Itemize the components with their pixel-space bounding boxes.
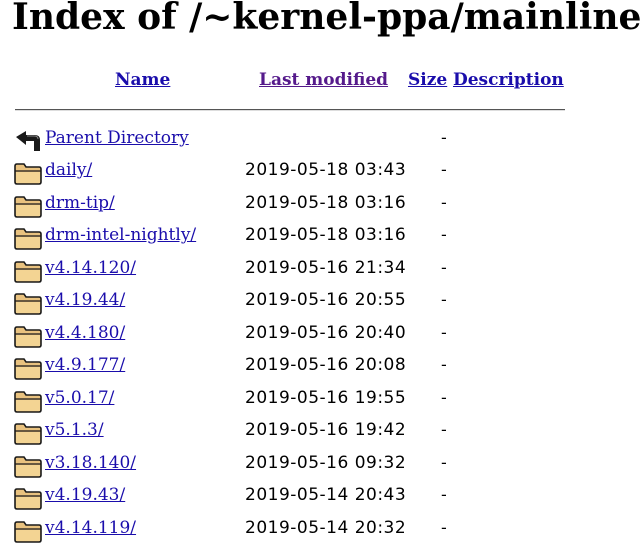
file-row: v3.18.140/ 2019-05-16 09:32 -: [0, 447, 640, 479]
header-divider: [15, 109, 565, 111]
size-cell: -: [441, 387, 447, 407]
parent-directory-row: Parent Directory -: [0, 122, 640, 154]
size-cell: -: [441, 257, 447, 277]
parent-directory-size: -: [441, 128, 447, 147]
last-modified-cell: 2019-05-16 19:42: [245, 420, 407, 440]
size-cell: -: [441, 517, 447, 537]
file-row: drm-intel-nightly/ 2019-05-18 03:16 -: [0, 219, 640, 251]
parent-directory-link[interactable]: Parent Directory: [45, 128, 189, 148]
directory-link[interactable]: daily/: [45, 160, 92, 180]
size-cell: -: [441, 225, 447, 244]
directory-link[interactable]: v4.14.119/: [45, 518, 136, 538]
page-title: Index of /~kernel-ppa/mainline: [12, 0, 640, 38]
directory-link[interactable]: v5.1.3/: [45, 420, 104, 440]
size-cell: -: [441, 452, 447, 472]
folder-icon: [13, 389, 43, 413]
size-cell: -: [441, 355, 447, 374]
file-row: v4.19.43/ 2019-05-14 20:43 -: [0, 479, 640, 511]
file-row: drm-tip/ 2019-05-18 03:16 -: [0, 187, 640, 219]
directory-link[interactable]: v4.4.180/: [45, 323, 125, 343]
folder-icon: [13, 291, 43, 315]
directory-link[interactable]: v4.9.177/: [45, 355, 125, 375]
directory-link[interactable]: drm-intel-nightly/: [45, 225, 196, 245]
file-row: v4.4.180/ 2019-05-16 20:40 -: [0, 317, 640, 349]
directory-link[interactable]: v4.19.44/: [45, 290, 125, 310]
file-row: v4.14.119/ 2019-05-14 20:32 -: [0, 512, 640, 544]
last-modified-cell: 2019-05-16 20:55: [245, 290, 407, 310]
folder-icon: [13, 519, 43, 543]
folder-icon: [13, 324, 43, 348]
folder-icon: [13, 194, 43, 218]
size-cell: -: [441, 322, 447, 342]
size-cell: -: [441, 290, 447, 309]
folder-icon: [13, 454, 43, 478]
folder-icon: [13, 226, 43, 250]
directory-link[interactable]: v5.0.17/: [45, 388, 114, 408]
last-modified-cell: 2019-05-18 03:16: [245, 225, 407, 245]
folder-icon: [13, 259, 43, 283]
file-row: v4.14.120/ 2019-05-16 21:34 -: [0, 252, 640, 284]
sort-by-name-link[interactable]: Name: [115, 70, 170, 90]
folder-icon: [13, 356, 43, 380]
file-row: v5.0.17/ 2019-05-16 19:55 -: [0, 382, 640, 414]
directory-link[interactable]: v4.19.43/: [45, 485, 125, 505]
directory-link[interactable]: v3.18.140/: [45, 453, 136, 473]
last-modified-cell: 2019-05-18 03:16: [245, 192, 407, 213]
size-cell: -: [441, 160, 447, 179]
folder-icon: [13, 421, 43, 445]
size-cell: -: [441, 420, 447, 439]
file-row: v5.1.3/ 2019-05-16 19:42 -: [0, 414, 640, 446]
last-modified-cell: 2019-05-16 19:55: [245, 387, 407, 408]
last-modified-cell: 2019-05-18 03:43: [245, 160, 407, 180]
folder-icon: [13, 161, 43, 185]
directory-link[interactable]: drm-tip/: [45, 193, 115, 213]
file-row: daily/ 2019-05-18 03:43 -: [0, 154, 640, 186]
folder-icon: [13, 486, 43, 510]
last-modified-cell: 2019-05-16 20:08: [245, 355, 407, 375]
sort-by-size-link[interactable]: Size: [408, 70, 447, 90]
sort-by-last-modified-link[interactable]: Last modified: [259, 70, 388, 90]
last-modified-cell: 2019-05-16 21:34: [245, 257, 407, 278]
size-cell: -: [441, 485, 447, 504]
last-modified-cell: 2019-05-16 20:40: [245, 322, 407, 343]
last-modified-cell: 2019-05-14 20:43: [245, 485, 407, 505]
sort-by-description-link[interactable]: Description: [453, 70, 564, 90]
file-row: v4.9.177/ 2019-05-16 20:08 -: [0, 349, 640, 381]
back-arrow-icon: [13, 129, 43, 153]
size-cell: -: [441, 192, 447, 212]
last-modified-cell: 2019-05-16 09:32: [245, 452, 407, 473]
last-modified-cell: 2019-05-14 20:32: [245, 517, 407, 538]
file-row: v4.19.44/ 2019-05-16 20:55 -: [0, 284, 640, 316]
directory-link[interactable]: v4.14.120/: [45, 258, 136, 278]
